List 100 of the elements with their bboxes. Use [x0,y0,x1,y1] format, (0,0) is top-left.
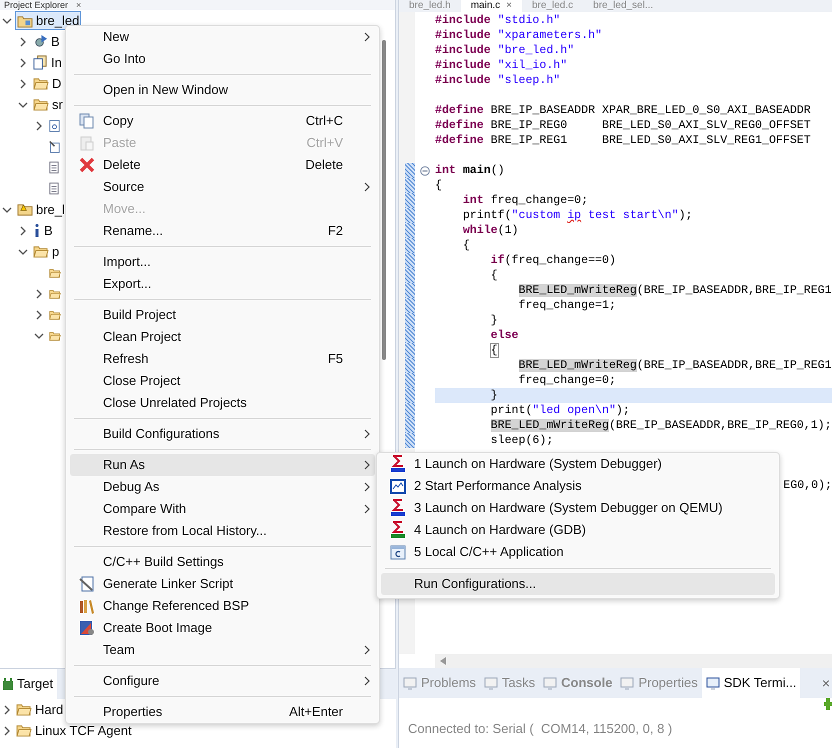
menu-item[interactable]: Clean Project [70,326,375,348]
menu-item[interactable]: Change Referenced BSP [70,595,375,617]
clipboard-icon [78,135,94,151]
menu-item[interactable]: Team [70,639,375,661]
panel-tab[interactable]: SDK Termi... [702,668,800,698]
menu-item[interactable]: 1 Launch on Hardware (System Debugger) [381,453,775,475]
menu-item[interactable]: Export... [70,273,375,295]
folder-icon [33,77,49,90]
menu-item[interactable]: Run Configurations... [381,573,775,595]
menu-item[interactable]: 4 Launch on Hardware (GDB) [381,519,775,541]
tree-item[interactable]: In [31,53,64,72]
folder-warning-icon [17,202,33,217]
editor-tab[interactable]: main.c × [460,0,522,12]
chevron-right-icon[interactable] [2,726,12,736]
close-button[interactable]: × [822,672,832,694]
tree-item[interactable]: Linux TCF Agent [16,720,132,740]
folder-icon [33,245,49,258]
c-window-icon [390,544,406,560]
plug-icon [2,677,14,691]
menu-item[interactable]: Refresh F5 [70,348,375,370]
tree-item[interactable]: Hard [16,700,64,720]
code-line: EG0,0); [783,478,832,493]
folder-icon [49,288,61,298]
sigma-icon [390,499,406,517]
menu-item[interactable]: Copy Ctrl+C [70,110,375,132]
menu-item[interactable]: Restore from Local History... [70,520,375,542]
folder-icon [17,14,33,28]
console-output: Connected to: Serial ( COM14, 115200, 0, 8 ) [407,720,674,738]
menu-item[interactable]: 5 Local C/C++ Application [381,541,775,563]
document-chain-icon [78,576,94,592]
sigma-icon [390,521,406,539]
tab-icon [484,676,498,690]
chevron-down-icon[interactable] [34,330,44,340]
tab-icon [706,676,720,690]
close-button[interactable]: × [76,0,82,10]
tab-icon [403,676,417,690]
view-title[interactable]: Project Explorer [4,0,68,10]
document-icon [49,182,59,195]
linked-file-icon [49,140,60,154]
menu-item[interactable]: 3 Launch on Hardware (System Debugger on QEMU) [381,497,775,519]
tab-icon [620,676,634,690]
menu-item[interactable]: C/C++ Build Settings [70,551,375,573]
chevron-right-icon[interactable] [2,704,12,714]
folder-icon [49,330,61,340]
folder-icon [49,310,61,320]
menu-item[interactable]: Source [70,176,375,198]
line-graph-icon [390,478,406,494]
folder-icon [49,268,61,278]
menu-item[interactable]: Close Project [70,370,375,392]
menu-item[interactable]: Generate Linker Script [70,573,375,595]
menu-item[interactable]: Build Project [70,304,375,326]
chevron-right-icon[interactable] [34,288,44,298]
menu-item[interactable]: Build Configurations [70,423,375,445]
chevron-right-icon[interactable] [18,58,28,68]
books-icon [78,598,94,614]
tree-item[interactable]: bre_led [15,11,82,30]
chevron-right-icon[interactable] [18,36,28,46]
menu-item[interactable]: Create Boot Image [70,617,375,639]
collapse-icon[interactable] [420,166,430,176]
c-file-icon [49,118,60,132]
tree-item[interactable]: B [31,32,62,51]
panel-tab[interactable]: Target [0,669,58,699]
menu-item[interactable]: Compare With [70,498,375,520]
menu-item[interactable]: Configure [70,670,375,692]
tree-item[interactable]: bre_l [15,200,67,219]
tab-icon [543,676,558,690]
chevron-down-icon[interactable] [18,100,28,110]
chevron-down-icon[interactable] [2,16,12,26]
plus-icon[interactable] [824,698,832,710]
chevron-right-icon[interactable] [18,226,28,236]
tree-item[interactable]: p [31,242,62,261]
header-files-icon [33,55,48,70]
folder-icon [16,703,32,716]
menu-item[interactable]: Open in New Window [70,79,375,101]
menu-item[interactable]: Properties Alt+Enter [70,701,375,723]
menu-item[interactable]: Import... [70,251,375,273]
chevron-right-icon[interactable] [34,120,44,130]
menu-item[interactable]: Rename... F2 [70,220,375,242]
tree-item[interactable]: sr [31,95,65,114]
scrollbar-thumb[interactable] [382,40,386,360]
chevron-right-icon[interactable] [18,78,28,88]
chevron-right-icon[interactable] [34,310,44,320]
folder-icon [16,724,32,737]
menu-item[interactable]: Go Into [70,48,375,70]
menu-item[interactable]: Run As [70,454,375,476]
document-icon [49,161,59,174]
sigma-icon [390,455,406,473]
chevron-down-icon[interactable] [2,204,12,214]
menu-item[interactable]: Delete Delete [70,154,375,176]
copy-icon [78,113,94,129]
menu-item[interactable]: Debug As [70,476,375,498]
tree-item[interactable]: D [31,74,64,93]
folder-icon [33,98,49,111]
tree-item[interactable]: B [31,221,55,240]
boot-image-icon [78,620,94,636]
delete-icon [78,157,94,173]
menu-item[interactable]: Close Unrelated Projects [70,392,375,414]
chevron-down-icon[interactable] [18,246,28,256]
menu-item[interactable]: 2 Start Performance Analysis [381,475,775,497]
info-icon [33,223,41,238]
